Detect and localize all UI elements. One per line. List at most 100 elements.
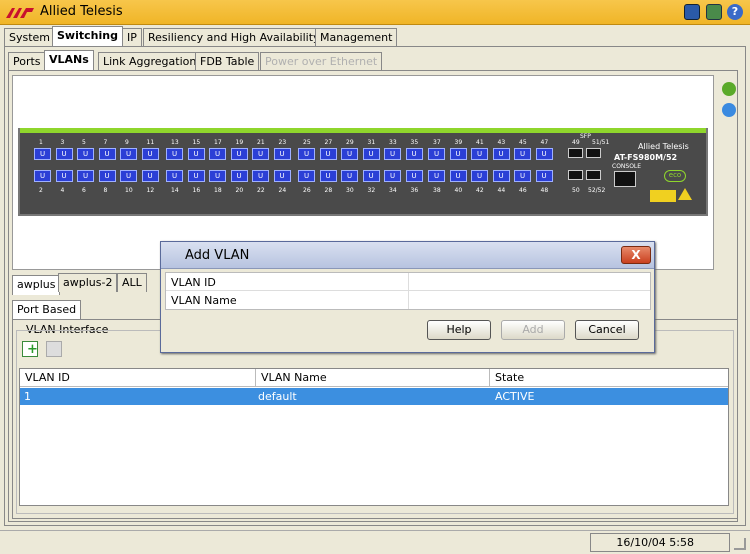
port-2[interactable]: U <box>34 170 51 182</box>
vlan-id-input[interactable] <box>411 274 647 289</box>
port-number-label: 18 <box>214 187 222 194</box>
port-number-label: 6 <box>82 187 86 194</box>
port-4[interactable]: U <box>55 170 73 182</box>
port-10[interactable]: U <box>120 170 137 182</box>
tab-resiliency[interactable]: Resiliency and High Availability <box>143 28 325 47</box>
save-icon[interactable] <box>684 4 700 20</box>
eco-icon: eco <box>664 170 686 182</box>
port-number-label: 16 <box>192 187 201 194</box>
port-26[interactable]: U <box>298 170 315 182</box>
port-number-label: 3 <box>60 139 65 146</box>
dialog-title-bar[interactable]: Add VLAN X <box>161 242 654 269</box>
port-15[interactable]: U <box>187 148 205 160</box>
port-5[interactable]: U <box>77 148 94 160</box>
port-32[interactable]: U <box>362 170 380 182</box>
port-number-label: 11 <box>146 139 155 146</box>
port-31[interactable]: U <box>362 148 380 160</box>
resize-grip-icon[interactable] <box>734 538 746 550</box>
port-28[interactable]: U <box>319 170 337 182</box>
tab-all[interactable]: ALL <box>117 273 147 292</box>
column-header-vlan-id[interactable]: VLAN ID <box>20 369 256 387</box>
port-27[interactable]: U <box>319 148 337 160</box>
port-47[interactable]: U <box>535 148 553 160</box>
port-45[interactable]: U <box>514 148 531 160</box>
network-icon[interactable] <box>706 4 722 20</box>
port-23[interactable]: U <box>273 148 291 160</box>
port-21[interactable]: U <box>252 148 269 160</box>
sfp-port[interactable] <box>568 148 583 158</box>
port-11[interactable]: U <box>141 148 159 160</box>
close-icon[interactable]: X <box>621 246 651 264</box>
port-44[interactable]: U <box>492 170 510 182</box>
port-3[interactable]: U <box>55 148 73 160</box>
port-number-label: 29 <box>346 139 354 146</box>
sfp-port[interactable] <box>586 148 601 158</box>
column-header-state[interactable]: State <box>490 369 728 387</box>
table-row[interactable]: 1 default ACTIVE <box>20 388 728 405</box>
port-35[interactable]: U <box>405 148 423 160</box>
port-1[interactable]: U <box>34 148 51 160</box>
tab-port-based[interactable]: Port Based <box>12 300 82 320</box>
main-tab-row: System Switching IP Resiliency and High … <box>4 26 744 47</box>
port-number-label: 13 <box>171 139 179 146</box>
port-20[interactable]: U <box>230 170 248 182</box>
port-37[interactable]: U <box>428 148 445 160</box>
tab-awplus-2[interactable]: awplus-2 <box>58 273 118 292</box>
tab-power-over-ethernet: Power over Ethernet <box>260 52 383 71</box>
status-datetime: 16/10/04 5:58 <box>590 533 730 552</box>
port-18[interactable]: U <box>209 170 226 182</box>
port-9[interactable]: U <box>120 148 137 160</box>
port-36[interactable]: U <box>405 170 423 182</box>
cancel-button[interactable]: Cancel <box>575 320 639 340</box>
tab-switching[interactable]: Switching <box>52 26 123 46</box>
port-42[interactable]: U <box>471 170 488 182</box>
port-30[interactable]: U <box>341 170 358 182</box>
refresh-icon[interactable] <box>722 82 736 96</box>
port-22[interactable]: U <box>252 170 269 182</box>
port-41[interactable]: U <box>471 148 488 160</box>
tab-management[interactable]: Management <box>315 28 398 47</box>
port-16[interactable]: U <box>187 170 205 182</box>
port-14[interactable]: U <box>166 170 183 182</box>
port-13[interactable]: U <box>166 148 183 160</box>
help-icon[interactable]: ? <box>727 4 743 20</box>
port-34[interactable]: U <box>384 170 401 182</box>
port-19[interactable]: U <box>230 148 248 160</box>
port-number-label: 45 <box>519 139 527 146</box>
port-8[interactable]: U <box>98 170 116 182</box>
console-port[interactable] <box>614 171 636 187</box>
port-12[interactable]: U <box>141 170 159 182</box>
port-46[interactable]: U <box>514 170 531 182</box>
help-button[interactable]: Help <box>427 320 491 340</box>
sfp-port[interactable] <box>586 170 601 180</box>
port-number-label: 38 <box>433 187 441 194</box>
port-24[interactable]: U <box>273 170 291 182</box>
tab-ip[interactable]: IP <box>122 28 142 47</box>
column-header-vlan-name[interactable]: VLAN Name <box>256 369 490 387</box>
tab-fdb-table[interactable]: FDB Table <box>195 52 260 71</box>
port-48[interactable]: U <box>535 170 553 182</box>
port-38[interactable]: U <box>428 170 445 182</box>
port-17[interactable]: U <box>209 148 226 160</box>
add-icon[interactable]: + <box>22 341 38 357</box>
vlan-name-input[interactable] <box>411 292 647 307</box>
port-6[interactable]: U <box>77 170 94 182</box>
port-43[interactable]: U <box>492 148 510 160</box>
info-icon[interactable] <box>722 103 736 117</box>
port-number-label: 36 <box>410 187 419 194</box>
tab-awplus[interactable]: awplus <box>12 275 61 295</box>
tab-link-aggregation[interactable]: Link Aggregation <box>98 52 202 71</box>
port-number-label: 9 <box>125 139 129 146</box>
port-29[interactable]: U <box>341 148 358 160</box>
port-7[interactable]: U <box>98 148 116 160</box>
port-33[interactable]: U <box>384 148 401 160</box>
tab-system[interactable]: System <box>4 28 56 47</box>
port-25[interactable]: U <box>298 148 315 160</box>
tab-vlans[interactable]: VLANs <box>44 50 94 70</box>
port-number-label: 14 <box>171 187 179 194</box>
port-number-label: 28 <box>324 187 333 194</box>
sfp-port[interactable] <box>568 170 583 180</box>
tab-ports[interactable]: Ports <box>8 52 46 71</box>
port-39[interactable]: U <box>449 148 467 160</box>
port-40[interactable]: U <box>449 170 467 182</box>
